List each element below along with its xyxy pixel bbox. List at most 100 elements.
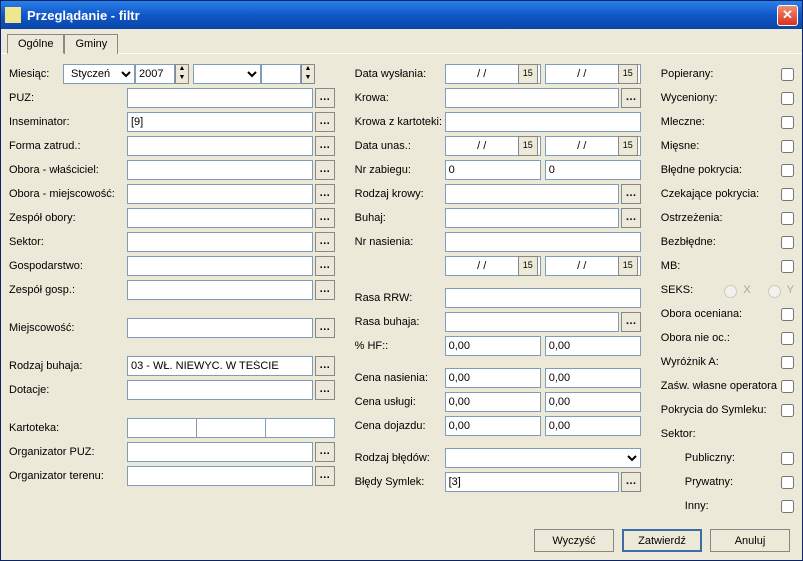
hf-from[interactable] xyxy=(445,336,541,356)
kartoteka-input3[interactable] xyxy=(265,418,335,438)
buhaj-lookup[interactable]: … xyxy=(621,208,641,228)
obora-oc-check[interactable] xyxy=(781,308,794,321)
popierany-check[interactable] xyxy=(781,68,794,81)
year2-spinner[interactable]: ▲▼ xyxy=(301,64,315,84)
prywatny-check[interactable] xyxy=(781,476,794,489)
cena-n-from[interactable] xyxy=(445,368,541,388)
zespol-g-input[interactable] xyxy=(127,280,313,300)
wyroznik-label: Wyróżnik A: xyxy=(661,356,781,368)
calendar-icon[interactable]: 15 xyxy=(618,64,638,84)
cena-d-to[interactable] xyxy=(545,416,641,436)
date3-from[interactable]: / /15 xyxy=(445,256,541,276)
tab-ogolne[interactable]: Ogólne xyxy=(7,34,64,54)
cena-u-from[interactable] xyxy=(445,392,541,412)
rasa-b-input[interactable] xyxy=(445,312,619,332)
obora-w-lookup[interactable]: … xyxy=(315,160,335,180)
nr-z-from[interactable] xyxy=(445,160,541,180)
year2-input[interactable] xyxy=(261,64,301,84)
year-spinner[interactable]: ▲▼ xyxy=(175,64,189,84)
obora-m-lookup[interactable]: … xyxy=(315,184,335,204)
month2-select[interactable] xyxy=(193,64,261,84)
mb-check[interactable] xyxy=(781,260,794,273)
sektor-input[interactable] xyxy=(127,232,313,252)
zespol-o-lookup[interactable]: … xyxy=(315,208,335,228)
calendar-icon[interactable]: 15 xyxy=(518,64,538,84)
nr-nas-input[interactable] xyxy=(445,232,641,252)
inny-check[interactable] xyxy=(781,500,794,513)
miejsc-input[interactable] xyxy=(127,318,313,338)
calendar-icon[interactable]: 15 xyxy=(618,136,638,156)
zespol-g-lookup[interactable]: … xyxy=(315,280,335,300)
year-input[interactable] xyxy=(135,64,175,84)
data-w-from[interactable]: / /15 xyxy=(445,64,541,84)
date3-to[interactable]: / /15 xyxy=(545,256,641,276)
data-w-to[interactable]: / /15 xyxy=(545,64,641,84)
forma-lookup[interactable]: … xyxy=(315,136,335,156)
data-u-from[interactable]: / /15 xyxy=(445,136,541,156)
bledy-s-input[interactable] xyxy=(445,472,619,492)
puz-input[interactable] xyxy=(127,88,313,108)
calendar-icon[interactable]: 15 xyxy=(518,136,538,156)
org-puz-lookup[interactable]: … xyxy=(315,442,335,462)
cena-u-to[interactable] xyxy=(545,392,641,412)
krowa-k-input[interactable] xyxy=(445,112,641,132)
ostrzezenia-check[interactable] xyxy=(781,212,794,225)
rodzaj-k-input[interactable] xyxy=(445,184,619,204)
bledy-s-lookup[interactable]: … xyxy=(621,472,641,492)
rodzaj-b-lookup[interactable]: … xyxy=(315,356,335,376)
obora-m-input[interactable] xyxy=(127,184,313,204)
inseminator-input[interactable] xyxy=(127,112,313,132)
miesne-check[interactable] xyxy=(781,140,794,153)
krowa-lookup[interactable]: … xyxy=(621,88,641,108)
cena-d-from[interactable] xyxy=(445,416,541,436)
bledne-check[interactable] xyxy=(781,164,794,177)
hf-to[interactable] xyxy=(545,336,641,356)
sektor-lookup[interactable]: … xyxy=(315,232,335,252)
mleczne-check[interactable] xyxy=(781,116,794,129)
rodzaj-b-input[interactable] xyxy=(127,356,313,376)
rodzaj-k-lookup[interactable]: … xyxy=(621,184,641,204)
obora-w-input[interactable] xyxy=(127,160,313,180)
calendar-icon[interactable]: 15 xyxy=(518,256,538,276)
czekajace-check[interactable] xyxy=(781,188,794,201)
kartoteka-input1[interactable] xyxy=(127,418,196,438)
gosp-input[interactable] xyxy=(127,256,313,276)
publiczny-check[interactable] xyxy=(781,452,794,465)
wyroznik-check[interactable] xyxy=(781,356,794,369)
rasa-rrw-input[interactable] xyxy=(445,288,641,308)
anuluj-button[interactable]: Anuluj xyxy=(710,529,790,552)
org-terenu-lookup[interactable]: … xyxy=(315,466,335,486)
puz-lookup[interactable]: … xyxy=(315,88,335,108)
org-terenu-input[interactable] xyxy=(127,466,313,486)
rasa-b-lookup[interactable]: … xyxy=(621,312,641,332)
miejsc-lookup[interactable]: … xyxy=(315,318,335,338)
seks-y-radio[interactable]: Y xyxy=(763,282,794,298)
zasw-check[interactable] xyxy=(781,380,794,393)
data-u-to[interactable]: / /15 xyxy=(545,136,641,156)
dotacje-lookup[interactable]: … xyxy=(315,380,335,400)
cena-n-to[interactable] xyxy=(545,368,641,388)
pokrycia-s-check[interactable] xyxy=(781,404,794,417)
gosp-lookup[interactable]: … xyxy=(315,256,335,276)
nr-z-to[interactable] xyxy=(545,160,641,180)
inseminator-lookup[interactable]: … xyxy=(315,112,335,132)
tab-gminy[interactable]: Gminy xyxy=(64,34,118,54)
dotacje-input[interactable] xyxy=(127,380,313,400)
seks-x-radio[interactable]: X xyxy=(719,282,750,298)
krowa-input[interactable] xyxy=(445,88,619,108)
zatwierdz-button[interactable]: Zatwierdź xyxy=(622,529,702,552)
kartoteka-input2[interactable] xyxy=(196,418,265,438)
zespol-o-input[interactable] xyxy=(127,208,313,228)
buhaj-input[interactable] xyxy=(445,208,619,228)
obora-m-label: Obora - miejscowość: xyxy=(9,188,127,200)
wyczysc-button[interactable]: Wyczyść xyxy=(534,529,614,552)
obora-nie-check[interactable] xyxy=(781,332,794,345)
wyceniony-check[interactable] xyxy=(781,92,794,105)
forma-input[interactable] xyxy=(127,136,313,156)
rodzaj-bl-select[interactable] xyxy=(445,448,641,468)
calendar-icon[interactable]: 15 xyxy=(618,256,638,276)
org-puz-input[interactable] xyxy=(127,442,313,462)
bezbledne-check[interactable] xyxy=(781,236,794,249)
month-select[interactable]: Styczeń xyxy=(63,64,135,84)
close-button[interactable]: ✕ xyxy=(777,5,798,26)
